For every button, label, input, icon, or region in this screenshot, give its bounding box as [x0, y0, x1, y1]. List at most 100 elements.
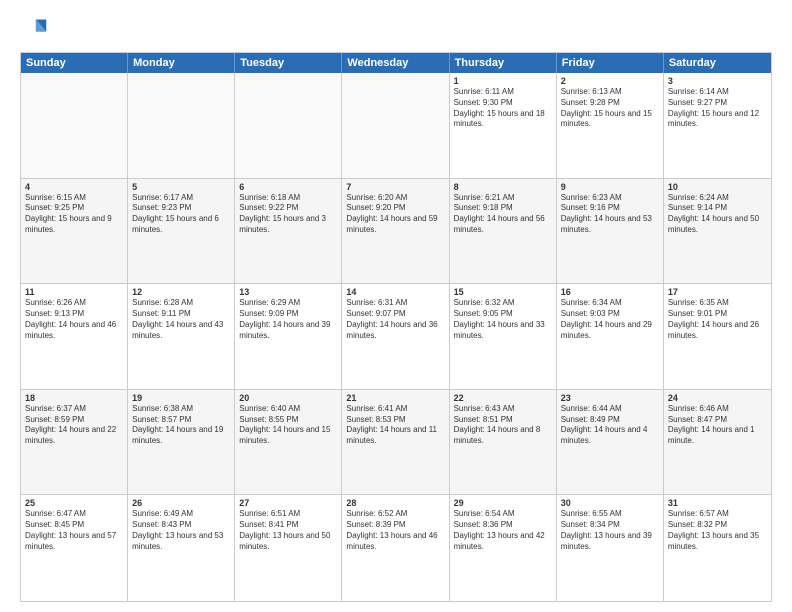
calendar-cell: 23Sunrise: 6:44 AMSunset: 8:49 PMDayligh…: [557, 390, 664, 495]
logo: [20, 16, 52, 44]
cell-info: Sunrise: 6:26 AMSunset: 9:13 PMDaylight:…: [25, 298, 123, 341]
day-number: 1: [454, 76, 552, 86]
cell-info: Sunrise: 6:24 AMSunset: 9:14 PMDaylight:…: [668, 193, 767, 236]
calendar-cell: 31Sunrise: 6:57 AMSunset: 8:32 PMDayligh…: [664, 495, 771, 601]
day-number: 23: [561, 393, 659, 403]
day-number: 30: [561, 498, 659, 508]
header-day-wednesday: Wednesday: [342, 53, 449, 73]
cell-info: Sunrise: 6:54 AMSunset: 8:36 PMDaylight:…: [454, 509, 552, 552]
calendar-cell: 17Sunrise: 6:35 AMSunset: 9:01 PMDayligh…: [664, 284, 771, 389]
cell-info: Sunrise: 6:41 AMSunset: 8:53 PMDaylight:…: [346, 404, 444, 447]
calendar-cell: 21Sunrise: 6:41 AMSunset: 8:53 PMDayligh…: [342, 390, 449, 495]
calendar-cell: 5Sunrise: 6:17 AMSunset: 9:23 PMDaylight…: [128, 179, 235, 284]
calendar-cell: 8Sunrise: 6:21 AMSunset: 9:18 PMDaylight…: [450, 179, 557, 284]
calendar-cell: 6Sunrise: 6:18 AMSunset: 9:22 PMDaylight…: [235, 179, 342, 284]
cell-info: Sunrise: 6:28 AMSunset: 9:11 PMDaylight:…: [132, 298, 230, 341]
day-number: 20: [239, 393, 337, 403]
header: [20, 16, 772, 44]
calendar-body: 1Sunrise: 6:11 AMSunset: 9:30 PMDaylight…: [21, 73, 771, 601]
day-number: 2: [561, 76, 659, 86]
day-number: 29: [454, 498, 552, 508]
calendar-cell: 20Sunrise: 6:40 AMSunset: 8:55 PMDayligh…: [235, 390, 342, 495]
day-number: 11: [25, 287, 123, 297]
calendar-cell: [21, 73, 128, 178]
day-number: 24: [668, 393, 767, 403]
calendar-header: SundayMondayTuesdayWednesdayThursdayFrid…: [21, 53, 771, 73]
cell-info: Sunrise: 6:18 AMSunset: 9:22 PMDaylight:…: [239, 193, 337, 236]
calendar-cell: 2Sunrise: 6:13 AMSunset: 9:28 PMDaylight…: [557, 73, 664, 178]
calendar-cell: 28Sunrise: 6:52 AMSunset: 8:39 PMDayligh…: [342, 495, 449, 601]
cell-info: Sunrise: 6:14 AMSunset: 9:27 PMDaylight:…: [668, 87, 767, 130]
cell-info: Sunrise: 6:44 AMSunset: 8:49 PMDaylight:…: [561, 404, 659, 447]
calendar-cell: 22Sunrise: 6:43 AMSunset: 8:51 PMDayligh…: [450, 390, 557, 495]
day-number: 3: [668, 76, 767, 86]
day-number: 9: [561, 182, 659, 192]
calendar-cell: 29Sunrise: 6:54 AMSunset: 8:36 PMDayligh…: [450, 495, 557, 601]
day-number: 10: [668, 182, 767, 192]
calendar-cell: 24Sunrise: 6:46 AMSunset: 8:47 PMDayligh…: [664, 390, 771, 495]
calendar-cell: 25Sunrise: 6:47 AMSunset: 8:45 PMDayligh…: [21, 495, 128, 601]
cell-info: Sunrise: 6:46 AMSunset: 8:47 PMDaylight:…: [668, 404, 767, 447]
cell-info: Sunrise: 6:37 AMSunset: 8:59 PMDaylight:…: [25, 404, 123, 447]
calendar-cell: 10Sunrise: 6:24 AMSunset: 9:14 PMDayligh…: [664, 179, 771, 284]
cell-info: Sunrise: 6:34 AMSunset: 9:03 PMDaylight:…: [561, 298, 659, 341]
day-number: 17: [668, 287, 767, 297]
header-day-monday: Monday: [128, 53, 235, 73]
cell-info: Sunrise: 6:49 AMSunset: 8:43 PMDaylight:…: [132, 509, 230, 552]
header-day-thursday: Thursday: [450, 53, 557, 73]
day-number: 19: [132, 393, 230, 403]
day-number: 7: [346, 182, 444, 192]
cell-info: Sunrise: 6:29 AMSunset: 9:09 PMDaylight:…: [239, 298, 337, 341]
day-number: 31: [668, 498, 767, 508]
calendar-cell: 7Sunrise: 6:20 AMSunset: 9:20 PMDaylight…: [342, 179, 449, 284]
calendar-cell: 16Sunrise: 6:34 AMSunset: 9:03 PMDayligh…: [557, 284, 664, 389]
header-day-tuesday: Tuesday: [235, 53, 342, 73]
calendar: SundayMondayTuesdayWednesdayThursdayFrid…: [20, 52, 772, 602]
cell-info: Sunrise: 6:11 AMSunset: 9:30 PMDaylight:…: [454, 87, 552, 130]
day-number: 28: [346, 498, 444, 508]
calendar-row-4: 18Sunrise: 6:37 AMSunset: 8:59 PMDayligh…: [21, 390, 771, 496]
logo-icon: [20, 16, 48, 44]
calendar-cell: [342, 73, 449, 178]
calendar-row-2: 4Sunrise: 6:15 AMSunset: 9:25 PMDaylight…: [21, 179, 771, 285]
day-number: 4: [25, 182, 123, 192]
calendar-cell: 26Sunrise: 6:49 AMSunset: 8:43 PMDayligh…: [128, 495, 235, 601]
calendar-row-5: 25Sunrise: 6:47 AMSunset: 8:45 PMDayligh…: [21, 495, 771, 601]
day-number: 8: [454, 182, 552, 192]
cell-info: Sunrise: 6:40 AMSunset: 8:55 PMDaylight:…: [239, 404, 337, 447]
cell-info: Sunrise: 6:17 AMSunset: 9:23 PMDaylight:…: [132, 193, 230, 236]
cell-info: Sunrise: 6:57 AMSunset: 8:32 PMDaylight:…: [668, 509, 767, 552]
calendar-cell: 9Sunrise: 6:23 AMSunset: 9:16 PMDaylight…: [557, 179, 664, 284]
cell-info: Sunrise: 6:43 AMSunset: 8:51 PMDaylight:…: [454, 404, 552, 447]
cell-info: Sunrise: 6:23 AMSunset: 9:16 PMDaylight:…: [561, 193, 659, 236]
cell-info: Sunrise: 6:32 AMSunset: 9:05 PMDaylight:…: [454, 298, 552, 341]
day-number: 5: [132, 182, 230, 192]
day-number: 27: [239, 498, 337, 508]
cell-info: Sunrise: 6:31 AMSunset: 9:07 PMDaylight:…: [346, 298, 444, 341]
calendar-cell: 11Sunrise: 6:26 AMSunset: 9:13 PMDayligh…: [21, 284, 128, 389]
calendar-cell: 30Sunrise: 6:55 AMSunset: 8:34 PMDayligh…: [557, 495, 664, 601]
day-number: 12: [132, 287, 230, 297]
cell-info: Sunrise: 6:47 AMSunset: 8:45 PMDaylight:…: [25, 509, 123, 552]
calendar-cell: 3Sunrise: 6:14 AMSunset: 9:27 PMDaylight…: [664, 73, 771, 178]
cell-info: Sunrise: 6:13 AMSunset: 9:28 PMDaylight:…: [561, 87, 659, 130]
day-number: 14: [346, 287, 444, 297]
cell-info: Sunrise: 6:20 AMSunset: 9:20 PMDaylight:…: [346, 193, 444, 236]
day-number: 21: [346, 393, 444, 403]
calendar-cell: 12Sunrise: 6:28 AMSunset: 9:11 PMDayligh…: [128, 284, 235, 389]
calendar-cell: 13Sunrise: 6:29 AMSunset: 9:09 PMDayligh…: [235, 284, 342, 389]
day-number: 15: [454, 287, 552, 297]
calendar-cell: [128, 73, 235, 178]
cell-info: Sunrise: 6:52 AMSunset: 8:39 PMDaylight:…: [346, 509, 444, 552]
day-number: 26: [132, 498, 230, 508]
calendar-cell: 27Sunrise: 6:51 AMSunset: 8:41 PMDayligh…: [235, 495, 342, 601]
calendar-cell: 14Sunrise: 6:31 AMSunset: 9:07 PMDayligh…: [342, 284, 449, 389]
page: SundayMondayTuesdayWednesdayThursdayFrid…: [0, 0, 792, 612]
cell-info: Sunrise: 6:15 AMSunset: 9:25 PMDaylight:…: [25, 193, 123, 236]
day-number: 16: [561, 287, 659, 297]
cell-info: Sunrise: 6:38 AMSunset: 8:57 PMDaylight:…: [132, 404, 230, 447]
calendar-cell: 15Sunrise: 6:32 AMSunset: 9:05 PMDayligh…: [450, 284, 557, 389]
cell-info: Sunrise: 6:51 AMSunset: 8:41 PMDaylight:…: [239, 509, 337, 552]
day-number: 13: [239, 287, 337, 297]
cell-info: Sunrise: 6:35 AMSunset: 9:01 PMDaylight:…: [668, 298, 767, 341]
